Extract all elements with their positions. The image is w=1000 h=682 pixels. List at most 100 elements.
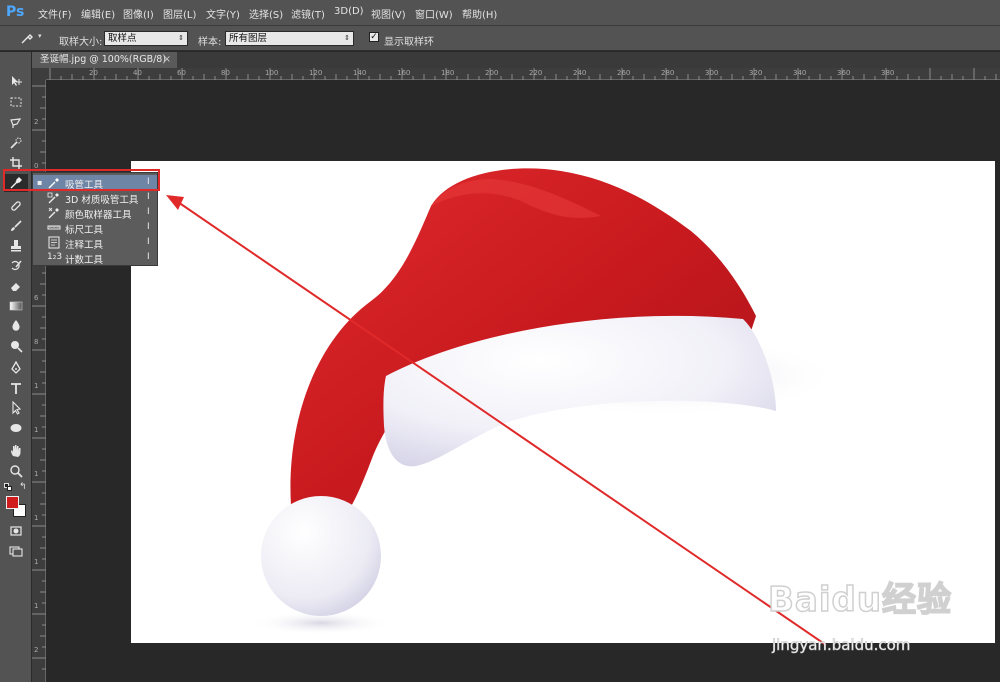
ruler-tick-label: 320 bbox=[749, 69, 763, 77]
zoom-icon bbox=[10, 465, 23, 478]
blur-tool[interactable] bbox=[4, 317, 28, 335]
quick-mask-button[interactable] bbox=[4, 522, 28, 540]
flyout-item-count[interactable]: 1₂3 计数工具 I bbox=[33, 250, 157, 266]
screen-mode-icon bbox=[9, 546, 23, 557]
foreground-color-swatch[interactable] bbox=[6, 496, 19, 509]
document-tab[interactable]: 圣诞帽.jpg @ 100%(RGB/8) × bbox=[32, 52, 177, 68]
brush-tool[interactable] bbox=[4, 217, 28, 235]
ruler-horizontal[interactable]: 20 40 60 80 100 120 140 160 180 200 220 … bbox=[46, 68, 1000, 80]
show-ring-label: 显示取样环 bbox=[384, 37, 434, 48]
drop-icon bbox=[12, 320, 20, 331]
sample-size-value: 取样点 bbox=[108, 33, 137, 44]
note-icon bbox=[48, 236, 60, 249]
ruler-tick-label: 1 bbox=[34, 470, 39, 478]
flyout-item-shortcut: I bbox=[147, 222, 150, 232]
document-tab-bar: 圣诞帽.jpg @ 100%(RGB/8) × bbox=[32, 52, 1000, 68]
tool-preset-picker[interactable]: ▾ bbox=[20, 31, 48, 46]
sample-size-select[interactable]: 取样点 ⇕ bbox=[104, 31, 188, 46]
eraser-tool[interactable] bbox=[4, 277, 28, 295]
ruler-tick-label: 20 bbox=[89, 69, 98, 77]
watermark-url: jingyan.baidu.com bbox=[772, 636, 911, 655]
ruler-tick-label: 380 bbox=[881, 69, 895, 77]
menu-select[interactable]: 选择(S) bbox=[249, 6, 283, 21]
menu-view[interactable]: 视图(V) bbox=[371, 6, 406, 21]
lasso-tool[interactable] bbox=[4, 114, 28, 132]
type-icon bbox=[11, 383, 21, 394]
marquee-tool[interactable] bbox=[4, 93, 28, 111]
ruler-tick-label: 1 bbox=[34, 602, 39, 610]
menu-type[interactable]: 文字(Y) bbox=[206, 6, 240, 21]
flyout-item-label: 标尺工具 bbox=[65, 225, 104, 236]
tools-panel: ↰ bbox=[0, 52, 32, 682]
dodge-tool[interactable] bbox=[4, 337, 28, 355]
checkmark-icon: ✓ bbox=[370, 32, 378, 42]
menu-layer[interactable]: 图层(L) bbox=[163, 6, 196, 21]
screen-mode-button[interactable] bbox=[4, 542, 28, 560]
brush-icon bbox=[11, 220, 22, 231]
ellipse-icon bbox=[10, 424, 22, 432]
ruler-tick-label: 1 bbox=[34, 514, 39, 522]
sample-label: 样本: bbox=[198, 37, 222, 48]
close-icon[interactable]: × bbox=[163, 52, 171, 68]
gradient-icon bbox=[9, 301, 23, 311]
annotation-highlight-box bbox=[3, 169, 160, 191]
menu-help[interactable]: 帮助(H) bbox=[462, 6, 497, 21]
clone-stamp-tool[interactable] bbox=[4, 237, 28, 255]
flyout-item-label: 注释工具 bbox=[65, 240, 104, 251]
default-colors-icon[interactable] bbox=[4, 483, 12, 491]
type-tool[interactable] bbox=[4, 379, 28, 397]
menu-filter[interactable]: 滤镜(T) bbox=[291, 6, 325, 21]
path-selection-icon bbox=[12, 401, 22, 415]
menu-image[interactable]: 图像(I) bbox=[123, 6, 154, 21]
show-ring-checkbox[interactable]: ✓ bbox=[369, 32, 379, 42]
hand-tool[interactable] bbox=[4, 442, 28, 460]
document-canvas[interactable] bbox=[131, 161, 995, 643]
flyout-item-color-sampler[interactable]: 颜色取样器工具 I bbox=[33, 205, 157, 221]
menu-file[interactable]: 文件(F) bbox=[38, 6, 72, 21]
menu-bar: Ps 文件(F) 编辑(E) 图像(I) 图层(L) 文字(Y) 选择(S) 滤… bbox=[0, 0, 1000, 26]
quick-selection-tool[interactable] bbox=[4, 134, 28, 152]
path-selection-tool[interactable] bbox=[4, 399, 28, 417]
ruler-tick-label: 360 bbox=[837, 69, 851, 77]
ruler-tick-label: 80 bbox=[221, 69, 230, 77]
healing-brush-tool[interactable] bbox=[4, 197, 28, 215]
menu-3d[interactable]: 3D(D) bbox=[334, 6, 364, 17]
sample-value: 所有图层 bbox=[229, 33, 268, 44]
eraser-icon bbox=[11, 283, 20, 291]
ruler-tick-label: 1 bbox=[34, 426, 39, 434]
flyout-item-shortcut: I bbox=[147, 192, 150, 202]
flyout-item-label: 颜色取样器工具 bbox=[65, 210, 132, 221]
flyout-item-note[interactable]: 注释工具 I bbox=[33, 235, 157, 251]
move-icon bbox=[12, 76, 22, 86]
swap-colors-icon[interactable]: ↰ bbox=[19, 482, 27, 492]
color-sampler-icon bbox=[48, 207, 59, 219]
gradient-tool[interactable] bbox=[4, 297, 28, 315]
ruler-horizontal-ticks bbox=[49, 68, 997, 80]
ellipse-tool[interactable] bbox=[4, 419, 28, 437]
sample-size-label: 取样大小: bbox=[59, 37, 103, 48]
pen-tool[interactable] bbox=[4, 359, 28, 377]
flyout-item-shortcut: I bbox=[147, 237, 150, 247]
ruler-tick-label: 1 bbox=[34, 382, 39, 390]
menu-edit[interactable]: 编辑(E) bbox=[81, 6, 115, 21]
sample-select[interactable]: 所有图层 ⇕ bbox=[225, 31, 354, 46]
3d-eyedropper-icon bbox=[47, 192, 59, 204]
marquee-icon bbox=[10, 97, 22, 107]
stamp-icon bbox=[11, 240, 21, 252]
history-brush-tool[interactable] bbox=[4, 257, 28, 275]
ruler-tick-label: 160 bbox=[397, 69, 411, 77]
bandage-icon bbox=[11, 201, 21, 211]
count-icon: 1₂3 bbox=[47, 252, 63, 262]
document-tab-title: 圣诞帽.jpg @ 100%(RGB/8) bbox=[40, 54, 167, 65]
zoom-tool[interactable] bbox=[4, 462, 28, 480]
quick-selection-icon bbox=[10, 137, 22, 149]
flyout-item-ruler[interactable]: 标尺工具 I bbox=[33, 220, 157, 236]
ruler-tick-label: 100 bbox=[265, 69, 279, 77]
move-tool[interactable] bbox=[4, 72, 28, 90]
menu-window[interactable]: 窗口(W) bbox=[415, 6, 453, 21]
flyout-item-3d-material-eyedropper[interactable]: 3D 材质吸管工具 I bbox=[33, 190, 157, 206]
ruler-tick-label: 300 bbox=[705, 69, 719, 77]
hand-icon bbox=[11, 445, 21, 457]
ruler-tick-label: 8 bbox=[34, 338, 39, 346]
flyout-item-shortcut: I bbox=[147, 252, 150, 262]
